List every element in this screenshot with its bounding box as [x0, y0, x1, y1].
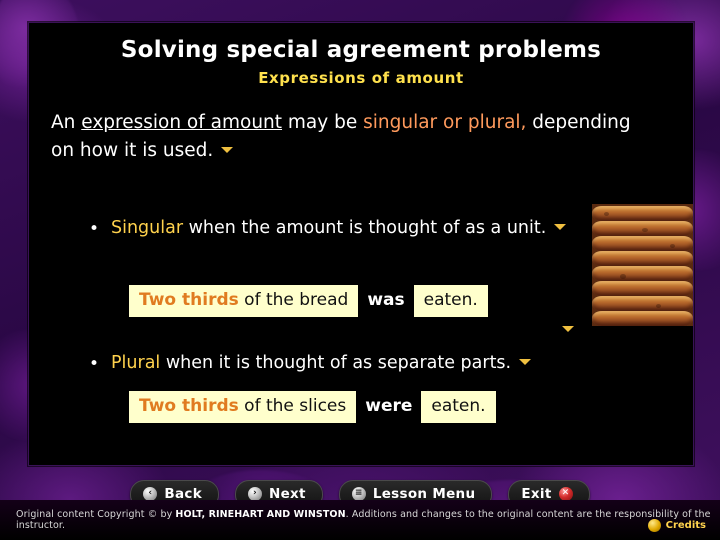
bullet-marker: • [89, 354, 100, 374]
lead-part-1: An [51, 112, 82, 133]
lead-part-2: may be [282, 112, 364, 133]
bullet-singular: • Singular when the amount is thought of … [89, 215, 581, 242]
bullet-marker: • [89, 219, 100, 239]
bullet-keyword-singular: Singular [111, 218, 184, 238]
credits-icon [647, 519, 661, 532]
bullet-keyword-plural: Plural [111, 353, 161, 373]
example-subject-singular: Two thirds [139, 290, 239, 310]
example-subject-clause-singular: Two thirds of the bread [129, 285, 359, 317]
advance-arrow-icon[interactable] [221, 147, 234, 153]
example-tail-singular: eaten. [413, 285, 488, 317]
credits-label: Credits [665, 520, 706, 531]
example-sentence-singular: Two thirds of the bread was eaten. [129, 285, 488, 317]
lead-underlined-term: expression of amount [81, 112, 283, 133]
example-subject-plural: Two thirds [139, 396, 239, 416]
bullet-text-plural: when it is thought of as separate parts. [160, 353, 512, 373]
example-middle-singular: of the bread [238, 290, 349, 310]
advance-arrow-icon[interactable] [519, 359, 532, 365]
content-panel: Solving special agreement problems Expre… [28, 22, 694, 466]
copyright-text: Original content Copyright © by HOLT, RI… [16, 509, 720, 531]
menu-icon: ≡ [351, 486, 366, 501]
example-middle-plural: of the slices [238, 396, 347, 416]
publisher-name: HOLT, RINEHART AND WINSTON [175, 509, 346, 520]
example-verb-singular: was [358, 285, 414, 317]
chevron-left-icon: ‹ [143, 486, 158, 501]
bullet-plural: • Plural when it is thought of as separat… [89, 350, 671, 377]
example-subject-clause-plural: Two thirds of the slices [129, 391, 357, 423]
chevron-right-icon: › [248, 486, 262, 501]
page-subtitle: Expressions of amount [258, 69, 464, 87]
credits-button[interactable]: Credits [647, 519, 706, 532]
example-sentence-plural: Two thirds of the slices were eaten. [129, 391, 496, 423]
lead-highlight: singular or plural, [363, 112, 527, 133]
lead-paragraph: An expression of amount may be singular … [51, 109, 651, 165]
bread-photo [592, 204, 693, 326]
bullet-text-singular: when the amount is thought of as a unit. [183, 218, 547, 238]
example-verb-plural: were [356, 391, 422, 423]
page-title: Solving special agreement problems [120, 37, 602, 63]
advance-arrow-icon[interactable] [554, 224, 567, 230]
close-icon: ✕ [558, 486, 573, 501]
copyright-lead: Original content Copyright © by [16, 509, 176, 520]
slide-root: Solving special agreement problems Expre… [0, 0, 720, 540]
example-tail-plural: eaten. [421, 391, 496, 423]
advance-arrow-icon[interactable] [562, 326, 574, 332]
footer-bar: Original content Copyright © by HOLT, RI… [0, 500, 720, 540]
